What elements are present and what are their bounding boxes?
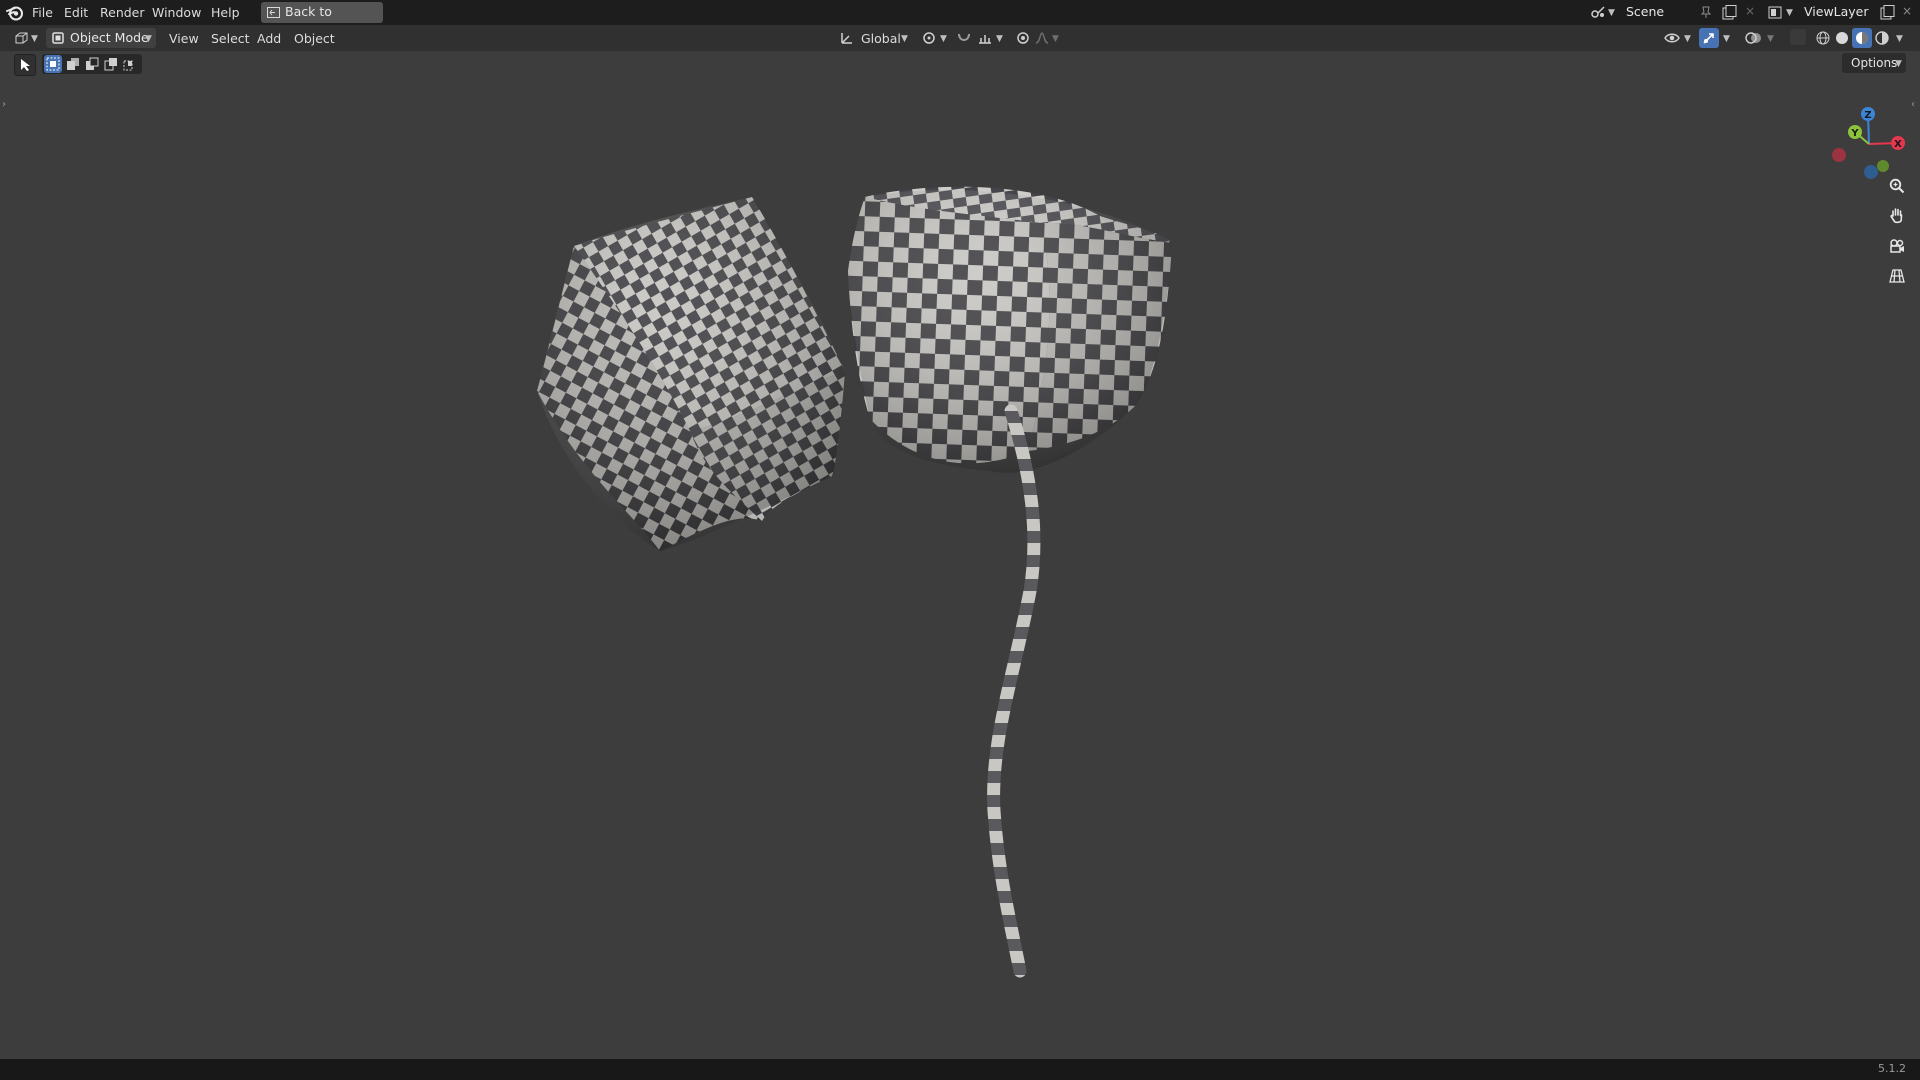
menu-add[interactable]: Add <box>257 30 281 47</box>
camera-icon <box>1890 239 1904 253</box>
solid-shading-icon[interactable] <box>1834 30 1850 46</box>
chevron-down-icon: ▼ <box>901 34 908 44</box>
chevron-down-icon: ▼ <box>1896 34 1903 44</box>
chevron-down-icon: ▼ <box>1684 34 1691 44</box>
viewport-header: ▼ Object Mode ▼ View Select Add Object G… <box>0 25 1920 51</box>
new-viewlayer-icon[interactable] <box>1880 5 1896 20</box>
zoom-button[interactable] <box>1883 172 1911 200</box>
object-mode-dropdown[interactable]: Object Mode ▼ <box>46 28 156 48</box>
chevron-down-icon: ▼ <box>31 34 38 44</box>
menu-file[interactable]: File <box>32 4 53 21</box>
object-mode-label: Object Mode <box>70 30 149 45</box>
version-label: 5.1.2 <box>1878 1062 1906 1075</box>
viewlayer-name: ViewLayer <box>1804 4 1869 19</box>
status-bar: 5.1.2 <box>0 1059 1920 1080</box>
chevron-down-icon: ▼ <box>1608 8 1615 18</box>
3d-viewport[interactable]: Options ▼ › ‹ X Z Y <box>0 51 1920 1059</box>
proportional-editing-icon[interactable] <box>1015 30 1031 46</box>
scene-field[interactable]: Scene <box>1620 2 1712 23</box>
viewlayer-field[interactable]: ViewLayer <box>1798 2 1878 23</box>
viewlayer-icon[interactable] <box>1768 5 1784 20</box>
menu-help[interactable]: Help <box>211 4 240 21</box>
gizmo-icon <box>1703 33 1714 44</box>
gizmo-toggle-button[interactable] <box>1699 28 1719 48</box>
z-axis-label: Z <box>1864 110 1871 121</box>
material-preview-button[interactable] <box>1852 28 1872 48</box>
visibility-icon[interactable] <box>1664 30 1680 46</box>
ortho-toggle-button[interactable] <box>1883 262 1911 290</box>
x-axis-label: X <box>1894 139 1902 150</box>
neg-x-axis-dot[interactable] <box>1832 148 1846 162</box>
zoom-icon <box>1889 178 1905 194</box>
camera-view-button[interactable] <box>1883 232 1911 260</box>
pivot-point-icon[interactable] <box>921 30 939 46</box>
screen-back-icon <box>267 7 280 18</box>
back-to-previous-button[interactable]: Back to Previous <box>261 2 383 39</box>
xray-toggle-button[interactable] <box>1790 29 1806 45</box>
y-axis-label: Y <box>1850 128 1859 139</box>
delete-scene-icon[interactable]: × <box>1745 4 1755 18</box>
ribbon-string <box>987 404 1041 978</box>
chevron-down-icon: ▼ <box>145 34 152 44</box>
orientation-label[interactable]: Global <box>861 30 901 47</box>
wireframe-shading-icon[interactable] <box>1815 30 1831 46</box>
chevron-down-icon: ▼ <box>940 34 947 44</box>
menu-object[interactable]: Object <box>294 30 335 47</box>
top-bar: File Edit Render Window Help Back to Pre… <box>0 0 1920 39</box>
overlays-icon[interactable] <box>1745 30 1763 46</box>
left-cushion-cube <box>537 197 845 551</box>
chevron-down-icon: ▼ <box>1052 34 1059 44</box>
menu-view[interactable]: View <box>169 30 199 47</box>
menu-window[interactable]: Window <box>152 4 201 21</box>
menu-select[interactable]: Select <box>211 30 250 47</box>
scene-icon[interactable] <box>1590 4 1606 20</box>
chevron-down-icon: ▼ <box>996 34 1003 44</box>
chevron-down-icon: ▼ <box>1786 8 1793 18</box>
chevron-down-icon: ▼ <box>1767 34 1774 44</box>
menu-edit[interactable]: Edit <box>64 4 88 21</box>
chevron-down-icon: ▼ <box>1723 34 1730 44</box>
scene-name: Scene <box>1626 4 1665 19</box>
editor-type-icon[interactable] <box>14 31 30 46</box>
ortho-grid-icon <box>1889 269 1905 283</box>
neg-z-axis-dot[interactable] <box>1864 165 1878 179</box>
material-preview-icon <box>1856 32 1868 44</box>
menu-render[interactable]: Render <box>100 4 145 21</box>
hand-icon <box>1890 208 1903 224</box>
blender-logo-icon[interactable] <box>6 4 24 21</box>
new-scene-icon[interactable] <box>1722 5 1738 20</box>
snap-icon[interactable] <box>956 30 972 46</box>
transform-orientation-icon <box>841 33 852 44</box>
falloff-icon[interactable] <box>1034 30 1050 46</box>
rendered-shading-icon[interactable] <box>1874 30 1890 46</box>
neg-y-axis-dot[interactable] <box>1877 160 1889 172</box>
pan-button[interactable] <box>1883 202 1911 230</box>
delete-viewlayer-icon[interactable]: × <box>1902 4 1912 18</box>
pin-icon[interactable] <box>1700 6 1712 19</box>
scene-render <box>537 186 1172 978</box>
snap-increment-icon[interactable] <box>977 30 993 46</box>
object-mode-icon <box>52 32 64 44</box>
